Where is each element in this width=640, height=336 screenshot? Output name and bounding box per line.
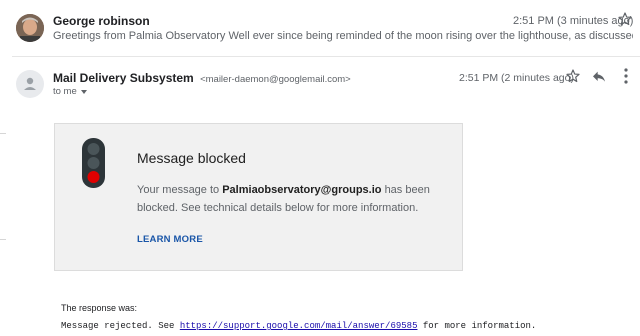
star-icon[interactable]: [617, 11, 633, 27]
sender-line: Mail Delivery Subsystem <mailer-daemon@g…: [53, 71, 351, 85]
default-avatar-icon: [16, 70, 44, 98]
sender-name: George robinson: [53, 14, 150, 28]
more-options-icon[interactable]: [621, 67, 631, 85]
bounce-body-prefix: Your message to: [137, 184, 220, 196]
chevron-down-icon[interactable]: [80, 89, 87, 94]
star-icon[interactable]: [565, 68, 581, 84]
bounce-notice-panel: Message blocked Your message to Palmiaob…: [54, 123, 463, 271]
learn-more-link[interactable]: LEARN MORE: [137, 234, 203, 245]
message-time: 2:51 PM (2 minutes ago): [459, 72, 574, 84]
bounce-title: Message blocked: [137, 150, 246, 166]
message-divider: [12, 56, 640, 57]
traffic-light-icon: [82, 138, 105, 188]
collapsed-message[interactable]: George robinson Greetings from Palmia Ob…: [0, 0, 640, 55]
recipient-toggle[interactable]: to me: [53, 86, 87, 97]
reply-icon[interactable]: [591, 69, 607, 85]
sender-avatar: [16, 14, 44, 42]
blocked-address: Palmiaobservatory@groups.io: [222, 184, 382, 196]
support-link[interactable]: https://support.google.com/mail/answer/6…: [180, 321, 418, 331]
response-label: The response was:: [61, 303, 138, 313]
response-detail: Message rejected. See https://support.go…: [61, 321, 536, 331]
bounce-message: Your message to Palmiaobservatory@groups…: [137, 181, 437, 217]
response-prefix: Message rejected. See: [61, 321, 175, 331]
message-snippet: Greetings from Palmia Observatory Well e…: [53, 30, 633, 42]
message-time: 2:51 PM (3 minutes ago): [513, 15, 634, 27]
edge-divider: [0, 133, 6, 134]
edge-divider: [0, 239, 6, 240]
response-suffix: for more information.: [422, 321, 537, 331]
recipient-label: to me: [53, 86, 77, 97]
sender-address: <mailer-daemon@googlemail.com>: [200, 74, 351, 85]
sender-name: Mail Delivery Subsystem: [53, 71, 194, 85]
